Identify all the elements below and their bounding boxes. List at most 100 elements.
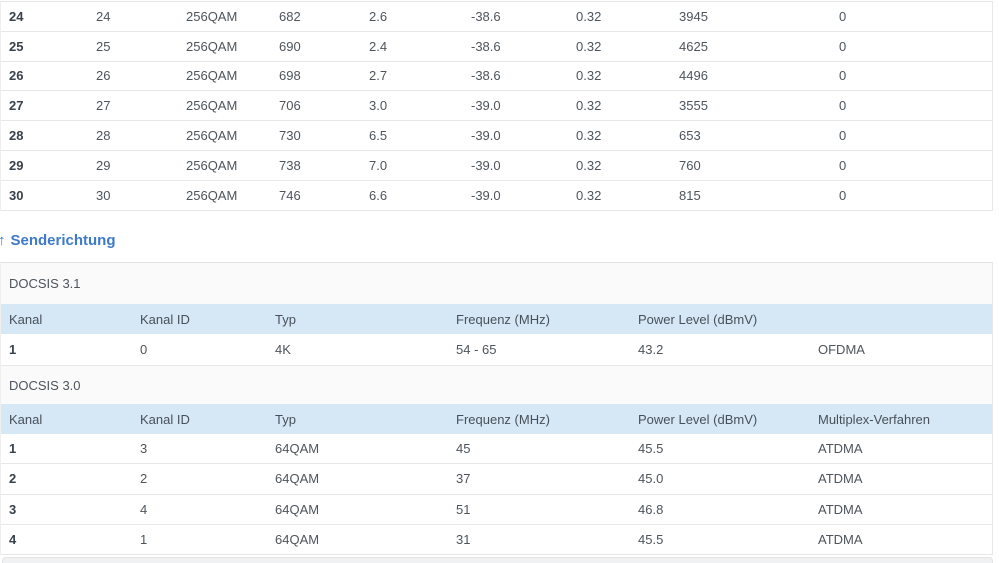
docsis31-group-label: DOCSIS 3.1 (1, 263, 992, 304)
table-cell: 4625 (679, 38, 708, 54)
table-cell: 0.32 (576, 187, 602, 203)
table-row: 1 0 4K 54 - 65 43.2 OFDMA (1, 334, 992, 366)
table-cell: 24 (96, 8, 111, 24)
table-cell: 3945 (679, 8, 708, 24)
table-cell: 256QAM (186, 98, 238, 114)
table-cell: 815 (679, 187, 701, 203)
table-row: 27 27 256QAM 706 3.0 -39.0 0.32 3555 0 (1, 91, 992, 122)
table-row: 29 29 256QAM 738 7.0 -39.0 0.32 760 0 (1, 150, 992, 181)
table-cell: 29 (96, 157, 111, 173)
table-cell: 27 (96, 98, 111, 114)
table-cell: 54 - 65 (456, 342, 497, 357)
next-section-top-edge (2, 557, 993, 563)
table-cell: ATDMA (818, 531, 863, 547)
table-cell: 26 (96, 68, 111, 84)
docsis30-table-body: 1 3 64QAM 45 45.5 ATDMA 2 2 64QAM 37 45.0 ATDMA 3 4 64… (1, 434, 992, 555)
table-cell: 3 (9, 501, 17, 517)
upstream-panel: DOCSIS 3.1 Kanal Kanal ID Typ Frequenz (MHz… (0, 262, 993, 555)
table-cell: 2.4 (369, 38, 388, 54)
table-cell: -38.6 (471, 68, 501, 84)
table-row: 2 2 64QAM 37 45.0 ATDMA (1, 464, 992, 495)
table-cell: 0.32 (576, 128, 602, 144)
column-header: Power Level (dBmV) (638, 411, 758, 427)
table-cell: 24 (9, 8, 24, 24)
table-cell: 690 (279, 38, 301, 54)
docsis31-header-row: Kanal Kanal ID Typ Frequenz (MHz) Power Leve… (1, 304, 992, 334)
table-cell: 64QAM (275, 501, 320, 517)
upstream-heading-label: Senderichtung (10, 231, 116, 249)
column-header: Typ (275, 311, 296, 327)
table-cell: 698 (279, 68, 301, 84)
table-cell: 51 (456, 501, 471, 517)
table-cell: -39.0 (471, 187, 501, 203)
docsis30-header-row: Kanal Kanal ID Typ Frequenz (MHz) Power Leve… (1, 404, 992, 434)
table-cell: 46.8 (638, 501, 664, 517)
table-cell: 4 (140, 501, 148, 517)
table-cell: 25 (96, 38, 111, 54)
table-cell: 4 (9, 531, 17, 547)
table-cell: 64QAM (275, 471, 320, 487)
table-cell: 64QAM (275, 531, 320, 547)
table-cell: ATDMA (818, 471, 863, 487)
table-cell: 1 (140, 531, 148, 547)
table-cell: 256QAM (186, 128, 238, 144)
table-cell: 31 (456, 531, 471, 547)
table-row: 24 24 256QAM 682 2.6 -38.6 0.32 3945 0 (1, 2, 992, 32)
table-cell: OFDMA (818, 342, 865, 357)
table-row: 30 30 256QAM 746 6.6 -39.0 0.32 815 0 (1, 180, 992, 211)
table-cell: 256QAM (186, 68, 238, 84)
table-cell: -38.6 (471, 8, 501, 24)
column-header: Kanal (9, 311, 43, 327)
column-header: Power Level (dBmV) (638, 311, 758, 327)
table-cell: 0.32 (576, 8, 602, 24)
table-cell: 45.0 (638, 471, 664, 487)
table-cell: 0.32 (576, 38, 602, 54)
table-cell: 0 (839, 128, 847, 144)
table-cell: 29 (9, 157, 24, 173)
table-cell: 45 (456, 441, 471, 457)
table-cell: 28 (96, 128, 111, 144)
table-cell: ATDMA (818, 501, 863, 517)
table-cell: 7.0 (369, 157, 388, 173)
column-header: Typ (275, 411, 296, 427)
table-cell: 0 (839, 187, 847, 203)
table-cell: -38.6 (471, 38, 501, 54)
upstream-section-heading[interactable]: ↑ Senderichtung (0, 229, 116, 251)
table-cell: 26 (9, 68, 24, 84)
table-cell: 2 (140, 471, 148, 487)
table-cell: 256QAM (186, 38, 238, 54)
table-cell: 2.7 (369, 68, 388, 84)
table-cell: 0.32 (576, 157, 602, 173)
table-cell: 2.6 (369, 8, 388, 24)
table-cell: 0.32 (576, 68, 602, 84)
table-cell: 28 (9, 128, 24, 144)
table-cell: -39.0 (471, 98, 501, 114)
table-cell: 256QAM (186, 8, 238, 24)
table-cell: 746 (279, 187, 301, 203)
table-cell: 0.32 (576, 98, 602, 114)
table-cell: 45.5 (638, 441, 664, 457)
docsis31-label-text: DOCSIS 3.1 (9, 276, 81, 291)
downstream-channel-table: 24 24 256QAM 682 2.6 -38.6 0.32 3945 0 25 25 256QAM… (0, 1, 993, 211)
table-cell: 30 (96, 187, 111, 203)
column-header: Frequenz (MHz) (456, 411, 550, 427)
table-row: 26 26 256QAM 698 2.7 -38.6 0.32 4496 0 (1, 61, 992, 92)
table-cell: 0 (839, 98, 847, 114)
table-cell: 0 (839, 38, 847, 54)
table-cell: 30 (9, 187, 24, 203)
table-cell: 0 (140, 342, 148, 357)
table-row: 3 4 64QAM 51 46.8 ATDMA (1, 494, 992, 525)
table-cell: 43.2 (638, 342, 664, 357)
table-cell: 4496 (679, 68, 708, 84)
table-cell: 682 (279, 8, 301, 24)
table-cell: 37 (456, 471, 471, 487)
table-row: 1 3 64QAM 45 45.5 ATDMA (1, 434, 992, 465)
table-cell: 0 (839, 8, 847, 24)
table-cell: 4K (275, 342, 291, 357)
table-cell: 64QAM (275, 441, 320, 457)
arrow-up-icon: ↑ (0, 231, 6, 249)
docsis30-group-label: DOCSIS 3.0 (1, 366, 992, 404)
table-cell: 25 (9, 38, 24, 54)
table-cell: 3 (140, 441, 148, 457)
table-cell: 3.0 (369, 98, 388, 114)
